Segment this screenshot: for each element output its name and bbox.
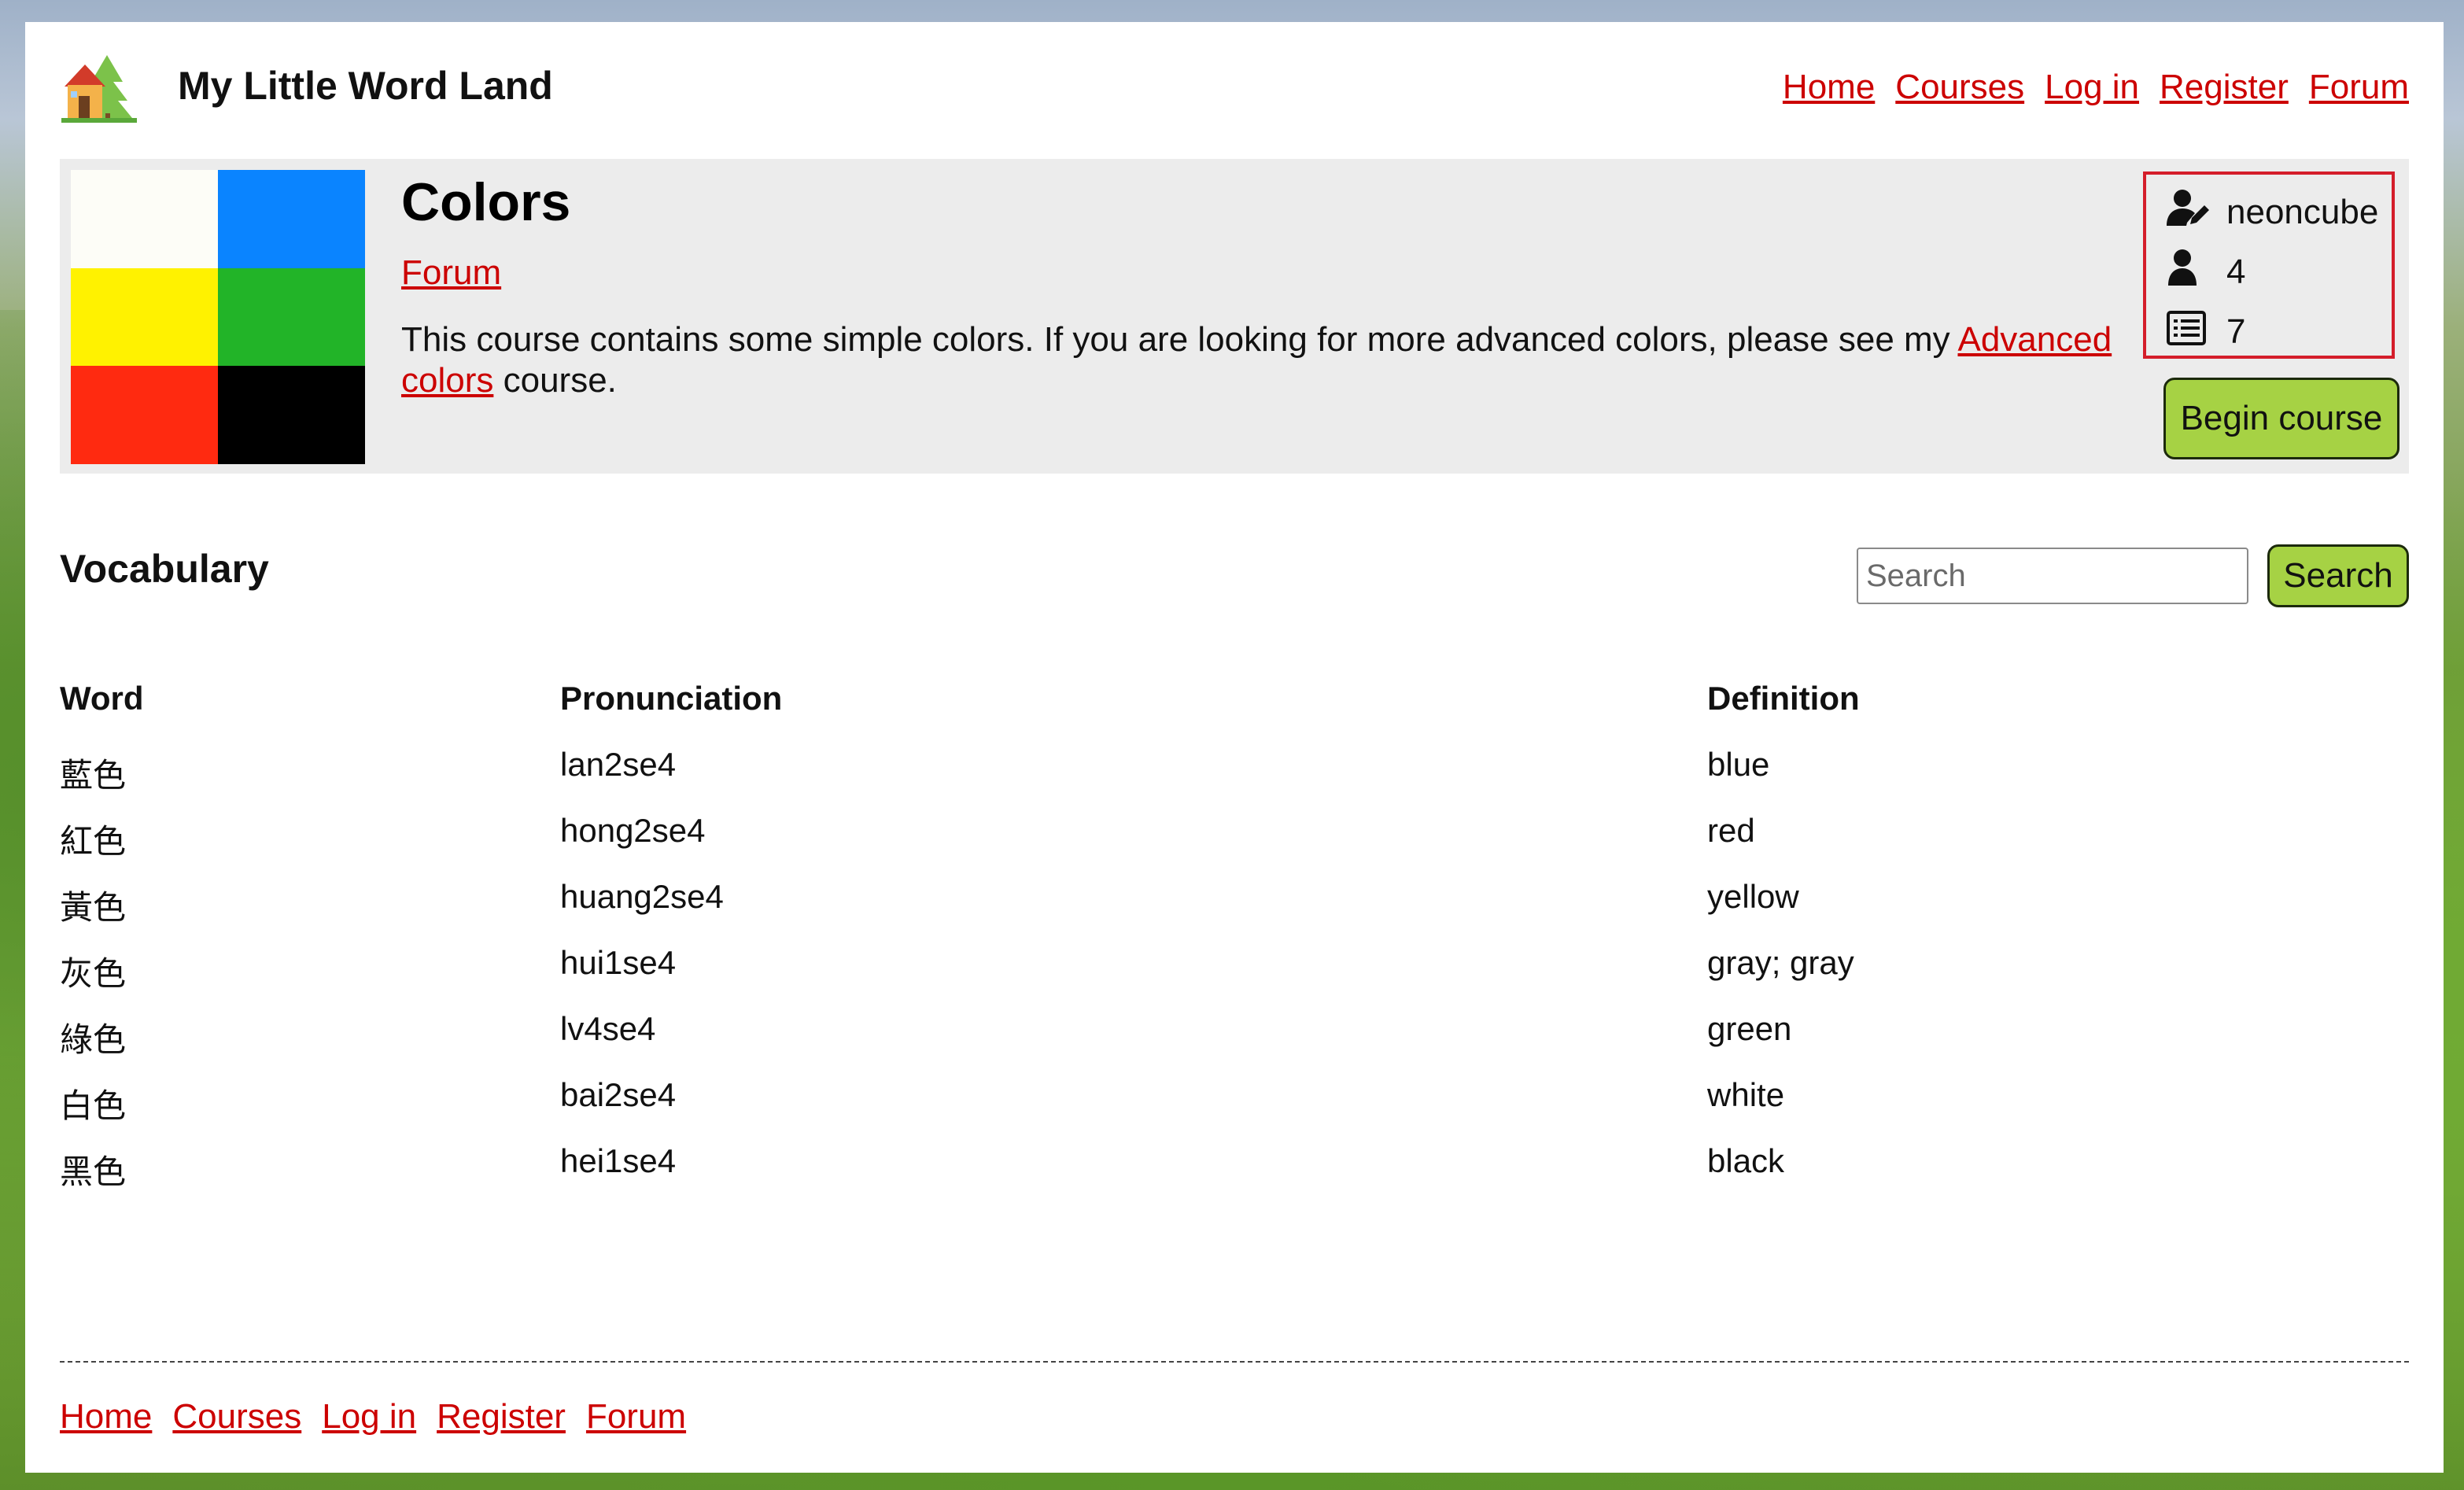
- table-row: 灰色 hui1se4 gray; gray: [60, 944, 2409, 1010]
- swatch-green: [218, 267, 365, 367]
- course-forum-link[interactable]: Forum: [401, 253, 501, 293]
- word-cell: 紅色: [60, 823, 127, 860]
- swatch-red: [71, 366, 218, 464]
- word-cell: 黃色: [60, 889, 127, 926]
- nav-courses-link[interactable]: Courses: [1895, 68, 2024, 107]
- pronunciation-cell: hei1se4: [560, 1142, 677, 1179]
- begin-course-button[interactable]: Begin course: [2163, 378, 2399, 459]
- word-cell: 藍色: [60, 757, 127, 794]
- stat-word-count: 7: [2167, 302, 2392, 362]
- stat-author: neoncube: [2167, 183, 2392, 242]
- top-nav: Home Courses Log in Register Forum: [1783, 68, 2409, 107]
- definition-cell: gray; gray: [1707, 944, 1854, 981]
- pronunciation-cell: hong2se4: [560, 812, 706, 849]
- user-edit-icon: [2167, 188, 2211, 238]
- nav-home-link[interactable]: Home: [1783, 68, 1875, 107]
- pronunciation-cell: bai2se4: [560, 1076, 677, 1113]
- user-icon: [2167, 248, 2211, 297]
- nav-forum-link[interactable]: Forum: [2309, 68, 2409, 107]
- table-header: Word Pronunciation Definition: [60, 680, 2409, 746]
- footer-nav: Home Courses Log in Register Forum: [60, 1397, 686, 1437]
- table-row: 紅色 hong2se4 red: [60, 812, 2409, 878]
- swatch-yellow: [71, 267, 218, 367]
- swatch-white: [71, 170, 218, 268]
- course-description: This course contains some simple colors.…: [401, 319, 2195, 401]
- word-cell: 黑色: [60, 1153, 127, 1190]
- table-row: 黃色 huang2se4 yellow: [60, 878, 2409, 944]
- swatch-black: [218, 366, 365, 464]
- author-name[interactable]: neoncube: [2226, 193, 2378, 232]
- definition-cell: red: [1707, 812, 1755, 849]
- search-button[interactable]: Search: [2267, 544, 2409, 607]
- footer-divider: [60, 1361, 2409, 1363]
- description-text-end: course.: [493, 361, 617, 400]
- nav-login-link[interactable]: Log in: [2045, 68, 2139, 107]
- footer-courses-link[interactable]: Courses: [172, 1397, 301, 1437]
- list-icon: [2167, 308, 2211, 357]
- footer-login-link[interactable]: Log in: [322, 1397, 416, 1437]
- word-cell: 綠色: [60, 1021, 127, 1058]
- stat-learners: 4: [2167, 242, 2392, 302]
- word-count: 7: [2226, 312, 2246, 351]
- definition-cell: green: [1707, 1010, 1792, 1047]
- site-title[interactable]: My Little Word Land: [178, 63, 553, 109]
- description-text: This course contains some simple colors.…: [401, 320, 1958, 359]
- course-title: Colors: [401, 172, 571, 232]
- definition-cell: yellow: [1707, 878, 1799, 915]
- page-panel: My Little Word Land Home Courses Log in …: [25, 22, 2444, 1473]
- table-row: 綠色 lv4se4 green: [60, 1010, 2409, 1076]
- table-row: 黑色 hei1se4 black: [60, 1142, 2409, 1208]
- definition-cell: blue: [1707, 746, 1770, 783]
- course-stats: neoncube 4 7: [2143, 171, 2395, 359]
- column-definition: Definition: [1707, 680, 1860, 717]
- column-pronunciation: Pronunciation: [560, 680, 783, 717]
- word-cell: 白色: [60, 1087, 127, 1124]
- pronunciation-cell: lv4se4: [560, 1010, 656, 1047]
- search-input[interactable]: [1857, 548, 2248, 604]
- pronunciation-cell: lan2se4: [560, 746, 677, 783]
- definition-cell: white: [1707, 1076, 1785, 1113]
- nav-register-link[interactable]: Register: [2160, 68, 2289, 107]
- pronunciation-cell: hui1se4: [560, 944, 677, 981]
- house-icon[interactable]: [58, 50, 140, 126]
- footer-forum-link[interactable]: Forum: [586, 1397, 686, 1437]
- table-row: 白色 bai2se4 white: [60, 1076, 2409, 1142]
- vocabulary-heading: Vocabulary: [60, 547, 269, 591]
- footer-home-link[interactable]: Home: [60, 1397, 152, 1437]
- pronunciation-cell: huang2se4: [560, 878, 724, 915]
- vocabulary-table: Word Pronunciation Definition 藍色 lan2se4…: [60, 680, 2409, 1208]
- word-cell: 灰色: [60, 955, 127, 992]
- column-word: Word: [60, 680, 144, 717]
- swatch-blue: [218, 170, 365, 268]
- definition-cell: black: [1707, 1142, 1785, 1179]
- course-image: [71, 170, 365, 464]
- course-banner: Colors Forum This course contains some s…: [60, 159, 2409, 474]
- footer-register-link[interactable]: Register: [437, 1397, 566, 1437]
- learner-count: 4: [2226, 253, 2246, 291]
- table-row: 藍色 lan2se4 blue: [60, 746, 2409, 812]
